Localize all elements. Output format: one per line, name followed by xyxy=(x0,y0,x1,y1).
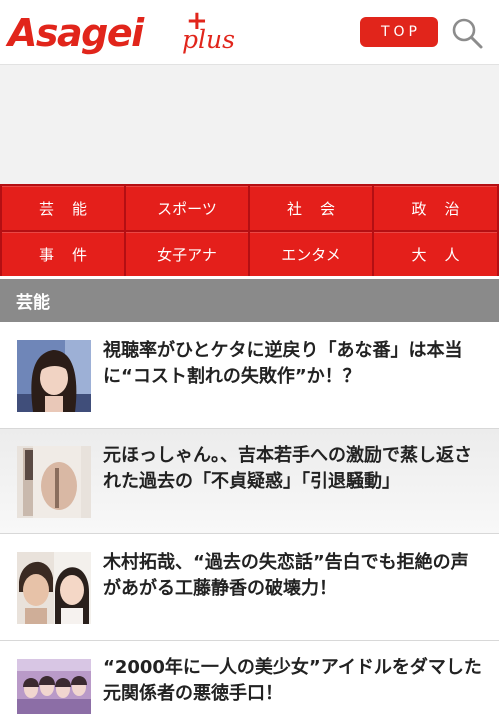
search-icon[interactable] xyxy=(450,16,484,50)
article-item[interactable]: “2000年に一人の美少女”アイドルをダマした元関係者の悪徳手口！ xyxy=(0,641,499,714)
section-title: 芸能 xyxy=(0,279,499,322)
article-title[interactable]: 視聴率がひとケタに逆戻り「あな番」は本当に“コスト割れの失敗作”か！？ xyxy=(103,338,483,390)
logo-plus-text: plus xyxy=(182,25,235,54)
category-geinou[interactable]: 芸能 xyxy=(2,186,124,230)
category-shakai[interactable]: 社会 xyxy=(250,186,372,230)
category-nav: 芸能 スポーツ 社会 政治 事件 女子アナ エンタメ 大人 xyxy=(0,184,499,276)
site-header: Asagei + plus TOP xyxy=(0,0,499,65)
article-title[interactable]: 木村拓哉、“過去の失恋話”告白でも拒絶の声があがる工藤静香の破壊力！ xyxy=(103,550,483,602)
category-jiken[interactable]: 事件 xyxy=(2,232,124,276)
article-item[interactable]: 元ほっしゃん。、吉本若手への激励で蒸し返された過去の「不貞疑惑」「引退騒動」 xyxy=(0,429,499,534)
article-item[interactable]: 木村拓哉、“過去の失恋話”告白でも拒絶の声があがる工藤静香の破壊力！ xyxy=(0,534,499,641)
category-otona[interactable]: 大人 xyxy=(374,232,497,276)
ad-area xyxy=(0,65,499,184)
article-thumbnail[interactable] xyxy=(17,446,91,518)
article-thumbnail[interactable] xyxy=(17,659,91,714)
article-title[interactable]: 元ほっしゃん。、吉本若手への激励で蒸し返された過去の「不貞疑惑」「引退騒動」 xyxy=(103,443,483,495)
article-title[interactable]: “2000年に一人の美少女”アイドルをダマした元関係者の悪徳手口！ xyxy=(103,655,483,707)
logo-text: Asagei xyxy=(8,11,144,55)
article-thumbnail[interactable] xyxy=(17,552,91,624)
top-button[interactable]: TOP xyxy=(360,17,438,47)
category-sports[interactable]: スポーツ xyxy=(126,186,248,230)
site-logo[interactable]: Asagei + plus xyxy=(8,4,238,60)
category-seiji[interactable]: 政治 xyxy=(374,186,497,230)
article-item[interactable]: 視聴率がひとケタに逆戻り「あな番」は本当に“コスト割れの失敗作”か！？ xyxy=(0,322,499,429)
category-joshiana[interactable]: 女子アナ xyxy=(126,232,248,276)
page: Asagei + plus TOP 芸能 スポーツ 社会 政治 事件 女子アナ … xyxy=(0,0,499,714)
category-entame[interactable]: エンタメ xyxy=(250,232,372,276)
article-thumbnail[interactable] xyxy=(17,340,91,412)
